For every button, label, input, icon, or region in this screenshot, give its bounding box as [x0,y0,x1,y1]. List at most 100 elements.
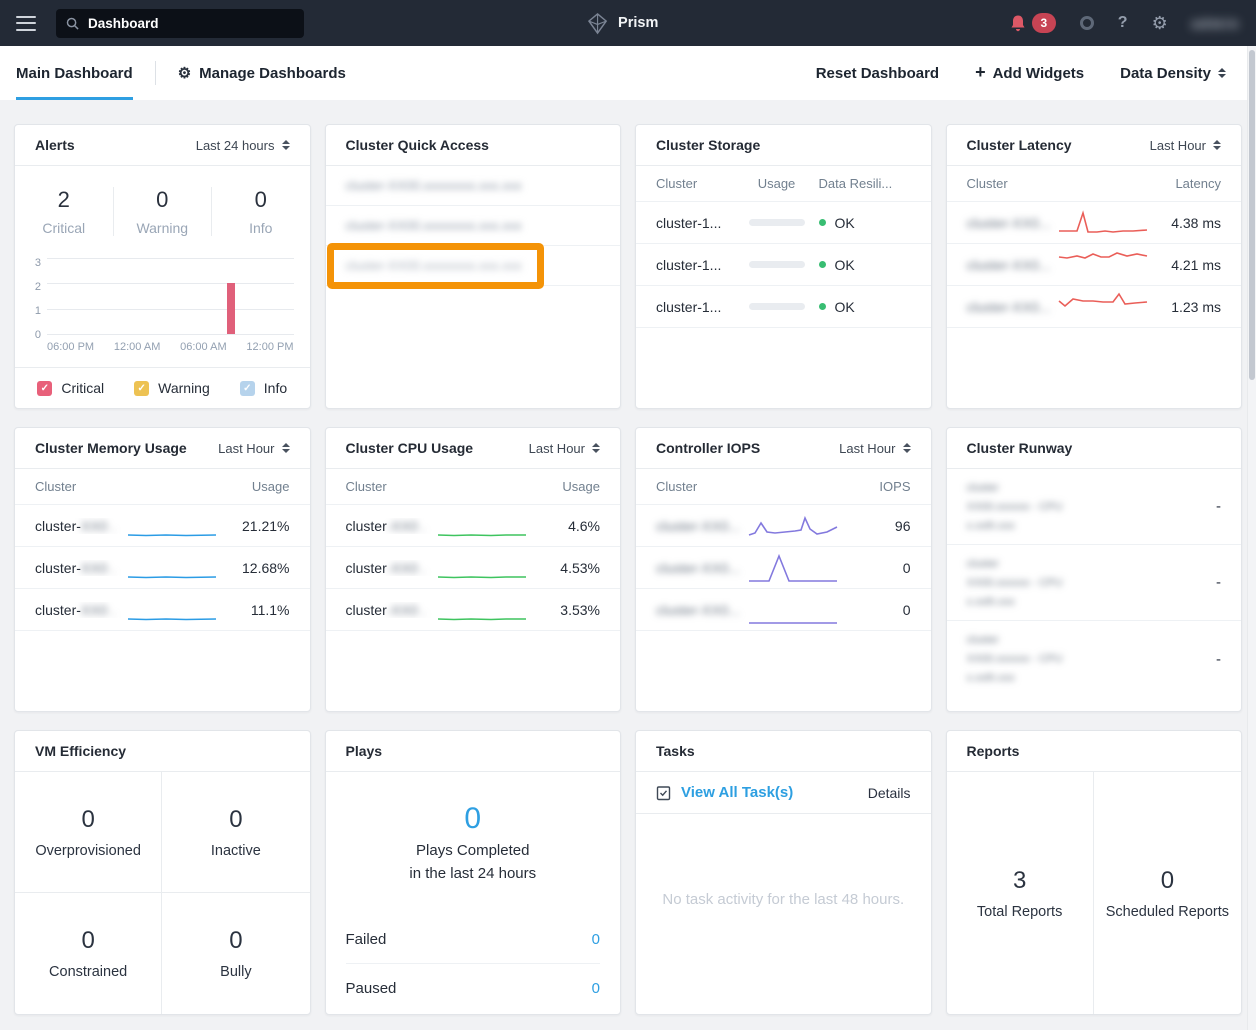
chevron-updown-icon [903,443,911,453]
table-row[interactable]: cluster-1... OK [636,202,931,244]
widget-reports: Reports 3 Total Reports 0 Scheduled Repo… [946,730,1243,1015]
vm-overprovisioned-cell[interactable]: 0 Overprovisioned [15,772,162,893]
stat-critical[interactable]: 2 Critical [15,187,113,236]
checkbox-checked-icon[interactable] [240,381,255,396]
blurred-cluster-name: cluster-XX0... [967,215,1058,231]
chevron-updown-icon [282,443,290,453]
user-menu[interactable]: admin [1192,16,1240,31]
help-icon[interactable] [1118,14,1128,32]
legend-critical-checkbox[interactable]: Critical [37,380,104,396]
latency-sparkline [1057,207,1149,239]
alerts-legend: Critical Warning Info [15,367,310,408]
vm-constrained-cell[interactable]: 0 Constrained [15,893,162,1014]
cpu-sparkline [436,570,528,584]
table-row[interactable]: cluster XX00.xxxxxx - CPU x.xxth.xxx - [947,545,1242,621]
checkbox-checked-icon[interactable] [37,381,52,396]
bell-icon [1009,14,1027,33]
notifications-button[interactable]: 3 [1009,13,1056,33]
table-row[interactable]: cluster-1... OK [636,286,931,328]
vm-inactive-cell[interactable]: 0 Inactive [162,772,309,893]
add-widgets-button[interactable]: Add Widgets [975,65,1084,82]
widget-title: Cluster Memory Usage [35,440,187,456]
blurred-cluster-name: XX0 . [81,560,115,576]
widget-title: Controller IOPS [656,440,760,456]
table-row[interactable]: cluster-XX0 . 4.6% [326,505,621,547]
table-row[interactable]: cluster-XX0 . 4.53% [326,547,621,589]
search-input[interactable]: Dashboard [56,9,304,38]
widget-cluster-storage: Cluster Storage Cluster Usage Data Resil… [635,124,932,409]
menu-icon[interactable] [16,16,36,31]
task-list-icon [656,785,671,801]
table-row[interactable]: cluster XX00.xxxxxx - CPU x.xxth.xxx - [947,621,1242,697]
widget-title: Reports [967,743,1020,759]
widget-cluster-cpu-usage: Cluster CPU Usage Last Hour Cluster Usag… [325,427,622,712]
brand-label: Prism [618,15,658,31]
table-row[interactable]: cluster-XX0 . 12.68% [15,547,310,589]
table-header: Cluster Usage Data Resili... [636,166,931,202]
checkbox-checked-icon[interactable] [134,381,149,396]
iops-sparkline [747,509,839,543]
reset-dashboard-button[interactable]: Reset Dashboard [816,65,939,82]
blurred-cluster-block: cluster XX00.xxxxxx - CPU x.xxth.xxx [967,634,1063,684]
blurred-cluster-name: cluster-XX0... [967,257,1058,273]
table-row[interactable]: cluster-XX0... 96 [636,505,931,547]
chevron-updown-icon [1213,140,1221,150]
plays-completed-summary: 0 Plays Completed in the last 24 hours [326,804,621,885]
total-reports-cell[interactable]: 3 Total Reports [947,772,1094,1014]
latency-range-dropdown[interactable]: Last Hour [1150,138,1221,153]
quick-access-link-highlighted[interactable]: cluster-XX00.xxxxxxxx.xxx.xxx [326,246,621,286]
blurred-cluster-name: XX0 . [81,602,115,618]
vm-bully-cell[interactable]: 0 Bully [162,893,309,1014]
quick-access-link[interactable]: cluster-XX00.xxxxxxxx.xxx.xxx [326,206,621,246]
page-scrollbar[interactable] [1247,46,1256,1030]
table-header: Cluster Usage [326,469,621,505]
iops-range-dropdown[interactable]: Last Hour [839,441,910,456]
legend-warning-checkbox[interactable]: Warning [134,380,210,396]
legend-info-checkbox[interactable]: Info [240,380,287,396]
table-row[interactable]: cluster-XX0 . 11.1% [15,589,310,631]
blurred-cluster-name: -XX0 . [387,602,426,618]
critical-alerts-bar[interactable] [227,283,235,334]
blurred-cluster-name: -XX0 . [387,560,426,576]
status-ring-icon[interactable] [1080,16,1094,30]
widget-controller-iops: Controller IOPS Last Hour Cluster IOPS c… [635,427,932,712]
table-header: Cluster Latency [947,166,1242,202]
data-density-button[interactable]: Data Density [1120,65,1226,82]
table-row[interactable]: cluster XX00.xxxxxx - CPU x.xxth.xxx - [947,469,1242,545]
alerts-range-dropdown[interactable]: Last 24 hours [196,138,290,153]
chevron-updown-icon [592,443,600,453]
table-row[interactable]: cluster-1... OK [636,244,931,286]
plays-failed-row[interactable]: Failed 0 [326,915,621,963]
quick-access-link[interactable]: cluster-XX00.xxxxxxxx.xxx.xxx [326,166,621,206]
stat-warning[interactable]: 0 Warning [113,187,212,236]
view-all-tasks-link[interactable]: View All Task(s) [656,784,793,801]
chart-x-axis: 06:00 PM 12:00 AM 06:00 AM 12:00 PM [47,341,294,353]
table-row[interactable]: cluster-XX0... 1.23 ms [947,286,1242,328]
alerts-bar-chart: 3 2 1 0 [29,256,294,336]
memory-range-dropdown[interactable]: Last Hour [218,441,289,456]
widget-grid: Alerts Last 24 hours 2 Critical 0 Warnin… [0,100,1256,1029]
divider [155,61,156,85]
memory-sparkline [126,611,218,625]
cpu-range-dropdown[interactable]: Last Hour [529,441,600,456]
table-row[interactable]: cluster-XX0... 0 [636,547,931,589]
stat-info[interactable]: 0 Info [211,187,310,236]
tasks-details-link[interactable]: Details [868,785,911,801]
top-navbar: Dashboard Prism 3 admin [0,0,1256,46]
plays-paused-row[interactable]: Paused 0 [326,964,621,1012]
scrollbar-thumb[interactable] [1249,50,1255,380]
table-row[interactable]: cluster-XX0... 0 [636,589,931,631]
widget-title: Cluster Latency [967,137,1072,153]
blurred-cluster-name: cluster-XX0... [967,299,1058,315]
table-row[interactable]: cluster-XX0 . 3.53% [326,589,621,631]
table-row[interactable]: cluster-XX0 . 21.21% [15,505,310,547]
table-row[interactable]: cluster-XX0... 4.21 ms [947,244,1242,286]
settings-gear-icon[interactable] [1152,13,1168,34]
tab-main-dashboard[interactable]: Main Dashboard [16,46,133,100]
table-row[interactable]: cluster-XX0... 4.38 ms [947,202,1242,244]
dashboard-toolbar: Main Dashboard Manage Dashboards Reset D… [0,46,1256,100]
blurred-cluster-name: cluster-XX0... [656,602,747,618]
widget-title: Cluster Quick Access [346,137,489,153]
scheduled-reports-cell[interactable]: 0 Scheduled Reports [1094,772,1241,1014]
manage-dashboards-button[interactable]: Manage Dashboards [178,64,346,82]
